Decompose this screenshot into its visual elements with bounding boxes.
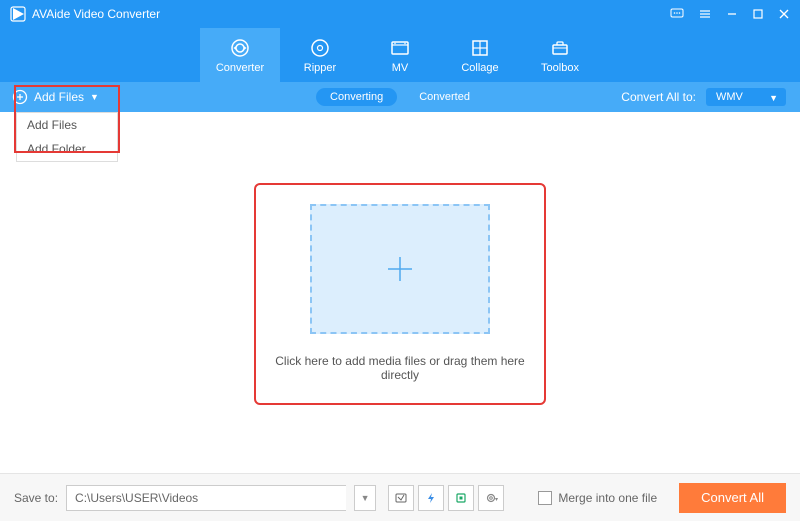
add-files-button[interactable]: Add Files ▼ bbox=[0, 82, 111, 112]
save-to-label: Save to: bbox=[14, 491, 58, 505]
mv-icon bbox=[389, 37, 411, 59]
lightning-icon bbox=[424, 491, 438, 505]
merge-label: Merge into one file bbox=[558, 491, 657, 505]
chip-icon bbox=[454, 491, 468, 505]
format-value: WMV bbox=[716, 91, 743, 103]
feedback-icon[interactable] bbox=[670, 7, 684, 21]
nav-label: Ripper bbox=[304, 62, 336, 74]
gpu-button[interactable] bbox=[448, 485, 474, 511]
folder-icon bbox=[394, 491, 408, 505]
title-bar: AVAide Video Converter bbox=[0, 0, 800, 28]
nav-label: Toolbox bbox=[541, 62, 579, 74]
menu-item-add-files[interactable]: Add Files bbox=[17, 113, 117, 137]
nav-converter[interactable]: Converter bbox=[200, 28, 280, 82]
app-title: AVAide Video Converter bbox=[32, 7, 670, 21]
footer-bar: Save to: C:\Users\USER\Videos ▼ ▾ Merge … bbox=[0, 473, 800, 521]
tab-converted[interactable]: Converted bbox=[405, 88, 484, 106]
settings-button[interactable]: ▾ bbox=[478, 485, 504, 511]
add-files-dropdown: Add Files Add Folder bbox=[16, 112, 118, 162]
convert-all-button[interactable]: Convert All bbox=[679, 483, 786, 513]
ripper-icon bbox=[309, 37, 331, 59]
main-nav: Converter Ripper MV Collage Toolbox bbox=[0, 28, 800, 82]
close-button[interactable] bbox=[778, 8, 790, 20]
save-path-input[interactable]: C:\Users\USER\Videos bbox=[66, 485, 346, 511]
caret-down-icon: ▼ bbox=[90, 92, 99, 102]
toolbox-icon bbox=[549, 37, 571, 59]
maximize-button[interactable] bbox=[752, 8, 764, 20]
open-folder-button[interactable] bbox=[388, 485, 414, 511]
converter-icon bbox=[229, 37, 251, 59]
nav-collage[interactable]: Collage bbox=[440, 28, 520, 82]
menu-icon[interactable] bbox=[698, 7, 712, 21]
nav-label: Converter bbox=[216, 62, 264, 74]
svg-text:▾: ▾ bbox=[495, 497, 498, 503]
add-files-label: Add Files bbox=[34, 90, 84, 104]
nav-toolbox[interactable]: Toolbox bbox=[520, 28, 600, 82]
minimize-button[interactable] bbox=[726, 8, 738, 20]
nav-ripper[interactable]: Ripper bbox=[280, 28, 360, 82]
plus-icon bbox=[380, 249, 420, 289]
drop-zone-text: Click here to add media files or drag th… bbox=[264, 354, 536, 382]
convert-all-to-label: Convert All to: bbox=[621, 90, 696, 104]
merge-checkbox[interactable]: Merge into one file bbox=[538, 491, 657, 505]
nav-mv[interactable]: MV bbox=[360, 28, 440, 82]
menu-item-add-folder[interactable]: Add Folder bbox=[17, 137, 117, 161]
main-area: Click here to add media files or drag th… bbox=[0, 112, 800, 473]
checkbox-icon bbox=[538, 491, 552, 505]
app-logo-icon bbox=[10, 6, 26, 22]
plus-circle-icon bbox=[12, 89, 28, 105]
gear-icon: ▾ bbox=[484, 491, 498, 505]
sub-toolbar: Add Files ▼ Converting Converted Convert… bbox=[0, 82, 800, 112]
tab-converting[interactable]: Converting bbox=[316, 88, 397, 106]
save-path-dropdown[interactable]: ▼ bbox=[354, 485, 376, 511]
caret-down-icon: ▼ bbox=[769, 93, 778, 103]
nav-label: Collage bbox=[461, 62, 498, 74]
high-speed-button[interactable] bbox=[418, 485, 444, 511]
collage-icon bbox=[469, 37, 491, 59]
output-format-select[interactable]: WMV ▼ bbox=[706, 88, 786, 106]
nav-label: MV bbox=[392, 62, 409, 74]
drop-zone[interactable] bbox=[310, 204, 490, 334]
